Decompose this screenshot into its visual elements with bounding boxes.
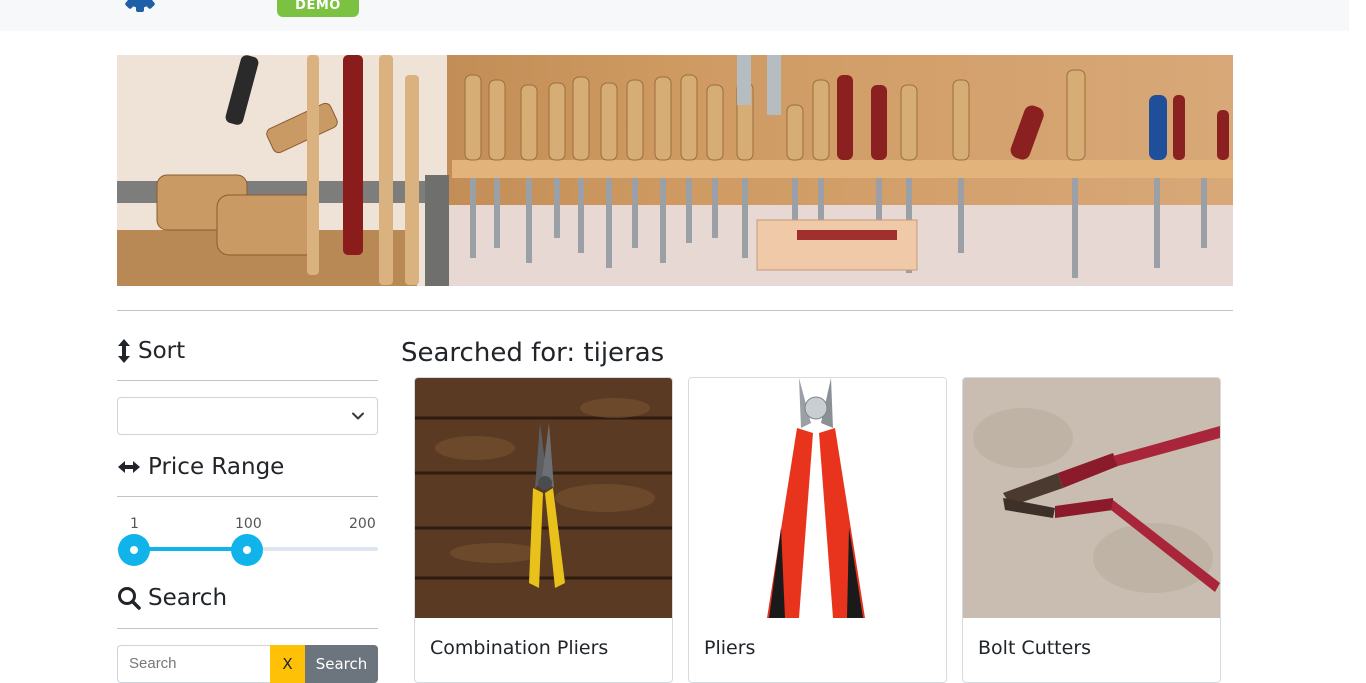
search-input[interactable]: Search xyxy=(117,645,270,683)
search-button[interactable]: Search xyxy=(305,645,378,683)
product-card[interactable]: Combination Pliers xyxy=(414,377,673,683)
pliers-image[interactable] xyxy=(689,378,946,618)
combination-pliers-image[interactable] xyxy=(415,378,672,618)
top-navbar: DEMO xyxy=(0,0,1349,31)
horizontal-arrows-icon xyxy=(118,461,140,473)
price-range-heading: Price Range xyxy=(117,454,284,480)
search-title: Search xyxy=(148,585,228,611)
product-name[interactable]: Combination Pliers xyxy=(430,637,608,659)
range-handle-min[interactable] xyxy=(118,534,150,566)
chevron-down-icon xyxy=(352,412,364,420)
scrollbar[interactable] xyxy=(1349,0,1366,683)
results-title: Searched for: tijeras xyxy=(401,338,665,368)
product-card[interactable]: Bolt Cutters xyxy=(962,377,1221,683)
sort-select[interactable] xyxy=(117,397,378,435)
range-current-label: 100 xyxy=(235,516,262,532)
product-name[interactable]: Bolt Cutters xyxy=(978,637,1091,659)
bolt-cutters-image[interactable] xyxy=(963,378,1220,618)
price-range-title: Price Range xyxy=(148,454,285,480)
range-min-label: 1 xyxy=(130,516,139,532)
range-fill xyxy=(134,547,247,551)
vertical-arrows-icon xyxy=(118,339,130,363)
search-heading: Search xyxy=(117,585,227,611)
product-name[interactable]: Pliers xyxy=(704,637,755,659)
search-form: Search X Search xyxy=(117,645,378,683)
range-handle-max[interactable] xyxy=(230,534,263,566)
search-divider xyxy=(117,628,378,629)
range-max-label: 200 xyxy=(349,516,376,532)
sort-heading: Sort xyxy=(117,338,185,364)
clear-search-button[interactable]: X xyxy=(270,645,305,683)
sort-title: Sort xyxy=(138,338,186,364)
sort-divider xyxy=(117,380,378,381)
search-icon xyxy=(118,587,141,610)
section-divider xyxy=(117,310,1233,311)
gear-icon[interactable] xyxy=(118,0,162,14)
workshop-tools-banner xyxy=(117,55,1233,286)
price-range-slider[interactable]: 1 100 200 xyxy=(117,516,378,576)
price-range-divider xyxy=(117,496,378,497)
product-card[interactable]: Pliers xyxy=(688,377,947,683)
demo-badge: DEMO xyxy=(277,0,359,17)
